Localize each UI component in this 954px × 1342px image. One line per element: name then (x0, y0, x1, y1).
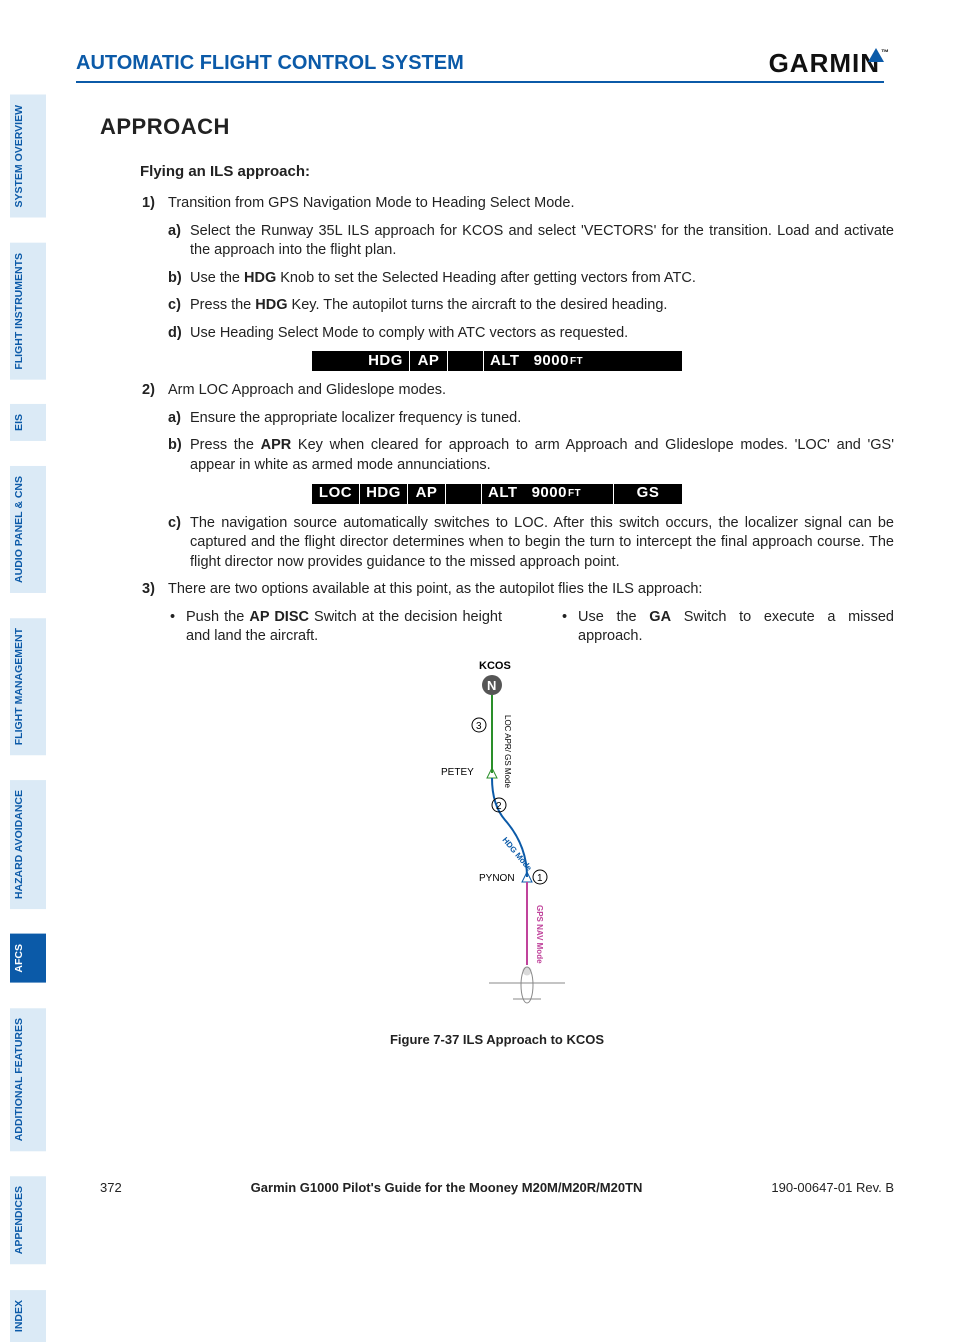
tab-flight-instruments[interactable]: FLIGHT INSTRUMENTS (10, 243, 46, 380)
svg-text:HDG Mode: HDG Mode (500, 835, 534, 873)
doc-title: Garmin G1000 Pilot's Guide for the Moone… (251, 1180, 643, 1195)
tab-additional-features[interactable]: ADDITIONAL FEATURES (10, 1008, 46, 1151)
svg-text:LOC APR/ GS Mode: LOC APR/ GS Mode (503, 715, 512, 788)
section-heading: APPROACH (100, 112, 894, 142)
tab-index[interactable]: INDEX (10, 1290, 46, 1342)
bar1-hdg: HDG (362, 351, 410, 371)
step-2a: a) Ensure the appropriate localizer freq… (168, 409, 894, 429)
step-2c: c) The navigation source automatically s… (168, 514, 894, 573)
step-1c: c) Press the HDG Key. The autopilot turn… (168, 296, 894, 316)
step-2b: b) Press the APR Key when cleared for ap… (168, 436, 894, 475)
svg-text:2: 2 (496, 801, 502, 812)
svg-text:KCOS: KCOS (479, 660, 511, 672)
chapter-title: AUTOMATIC FLIGHT CONTROL SYSTEM (76, 52, 464, 75)
afcs-bar-2: LOC HDG AP ALT 9000FT GS (312, 484, 682, 504)
step-2: 2) Arm LOC Approach and Glideslope modes… (142, 381, 894, 401)
doc-revision: 190-00647-01 Rev. B (771, 1180, 894, 1195)
afcs-bar-1: HDG AP ALT 9000FT (312, 351, 682, 371)
svg-text:3: 3 (476, 721, 482, 732)
svg-text:N: N (487, 678, 496, 693)
bar2-gs: GS (614, 484, 682, 504)
figure-caption: Figure 7-37 ILS Approach to KCOS (100, 1031, 894, 1049)
bar2-loc: LOC (312, 484, 360, 504)
step-1a: a) Select the Runway 35L ILS approach fo… (168, 222, 894, 261)
tab-hazard-avoidance[interactable]: HAZARD AVOIDANCE (10, 780, 46, 909)
tab-flight-management[interactable]: FLIGHT MANAGEMENT (10, 618, 46, 755)
tab-appendices[interactable]: APPENDICES (10, 1176, 46, 1264)
page-body: APPROACH Flying an ILS approach: 1) Tran… (100, 112, 894, 1048)
bar1-ap: AP (410, 351, 448, 371)
page-header: AUTOMATIC FLIGHT CONTROL SYSTEM GARMIN ™ (76, 48, 884, 83)
bar2-ap: AP (408, 484, 446, 504)
svg-text:PYNON: PYNON (479, 873, 515, 884)
tm-mark: ™ (881, 48, 890, 57)
step-3: 3) There are two options available at th… (142, 580, 894, 600)
tab-afcs[interactable]: AFCS (10, 934, 46, 983)
tab-eis[interactable]: EIS (10, 404, 46, 441)
svg-text:1: 1 (537, 873, 543, 884)
ils-approach-svg: KCOS N LOC APR/ GS Mode 3 PETEY 2 HDG Mo… (387, 655, 607, 1025)
sidebar-nav: SYSTEM OVERVIEW FLIGHT INSTRUMENTS EIS A… (0, 95, 48, 1342)
garmin-logo: GARMIN ™ (769, 48, 884, 79)
step-1: 1) Transition from GPS Navigation Mode t… (142, 194, 894, 214)
svg-text:PETEY: PETEY (441, 767, 474, 778)
tab-system-overview[interactable]: SYSTEM OVERVIEW (10, 95, 46, 218)
step-1b: b) Use the HDG Knob to set the Selected … (168, 269, 894, 289)
page-footer: 372 Garmin G1000 Pilot's Guide for the M… (100, 1180, 894, 1195)
procedure-title: Flying an ILS approach: (140, 162, 894, 182)
step-1d: d) Use Heading Select Mode to comply wit… (168, 324, 894, 344)
approach-diagram: KCOS N LOC APR/ GS Mode 3 PETEY 2 HDG Mo… (100, 655, 894, 1025)
svg-text:GPS NAV Mode: GPS NAV Mode (535, 905, 544, 964)
tab-audio-panel[interactable]: AUDIO PANEL & CNS (10, 466, 46, 593)
option-ap-disc: • Push the AP DISC Switch at the decisio… (170, 608, 502, 647)
option-ga: • Use the GA Switch to execute a missed … (562, 608, 894, 647)
options-row: • Push the AP DISC Switch at the decisio… (170, 608, 894, 647)
page-number: 372 (100, 1180, 122, 1195)
bar1-alt: ALT 9000FT (484, 351, 591, 371)
bar2-hdg: HDG (360, 484, 408, 504)
bar2-alt: ALT 9000FT (482, 484, 614, 504)
